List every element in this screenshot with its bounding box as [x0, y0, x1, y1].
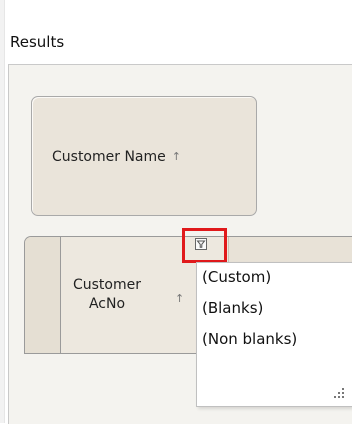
results-label: Results: [10, 33, 65, 51]
filter-option-blanks[interactable]: (Blanks): [202, 299, 263, 317]
group-by-column-box[interactable]: Customer Name ↑: [31, 96, 257, 216]
group-by-column-label: Customer Name ↑: [52, 149, 181, 165]
filter-icon-highlight: [182, 228, 227, 263]
column-header-line1: Customer: [72, 277, 141, 293]
group-by-column-text: Customer Name: [52, 149, 166, 165]
resize-grip-icon[interactable]: [334, 388, 346, 400]
row-selector-header[interactable]: [25, 237, 61, 353]
column-header-line2: AcNo: [88, 296, 126, 312]
column-header-title: Customer AcNo: [71, 276, 143, 314]
filter-option-custom[interactable]: (Custom): [202, 268, 271, 286]
sort-ascending-icon[interactable]: ↑: [172, 150, 181, 163]
sort-ascending-icon[interactable]: ↑: [175, 292, 184, 305]
filter-dropdown: (Custom) (Blanks) (Non blanks): [196, 262, 352, 407]
left-edge: [0, 0, 5, 423]
filter-option-non-blanks[interactable]: (Non blanks): [202, 330, 297, 348]
